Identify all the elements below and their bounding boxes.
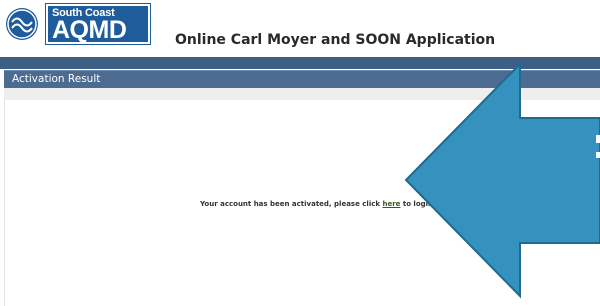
arrow-pointer-icon: [404, 61, 600, 299]
